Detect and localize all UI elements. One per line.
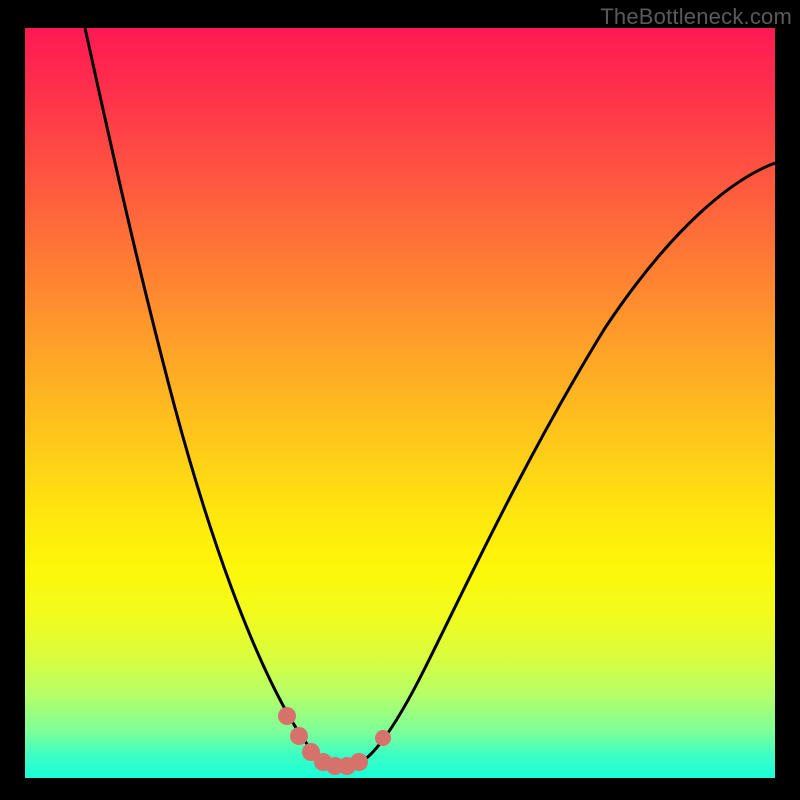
bottom-highlight-markers bbox=[278, 707, 391, 775]
watermark-text: TheBottleneck.com bbox=[600, 4, 792, 30]
bottleneck-curve-path bbox=[85, 28, 775, 767]
chart-frame bbox=[25, 28, 775, 778]
bottleneck-curve-svg bbox=[25, 28, 775, 778]
